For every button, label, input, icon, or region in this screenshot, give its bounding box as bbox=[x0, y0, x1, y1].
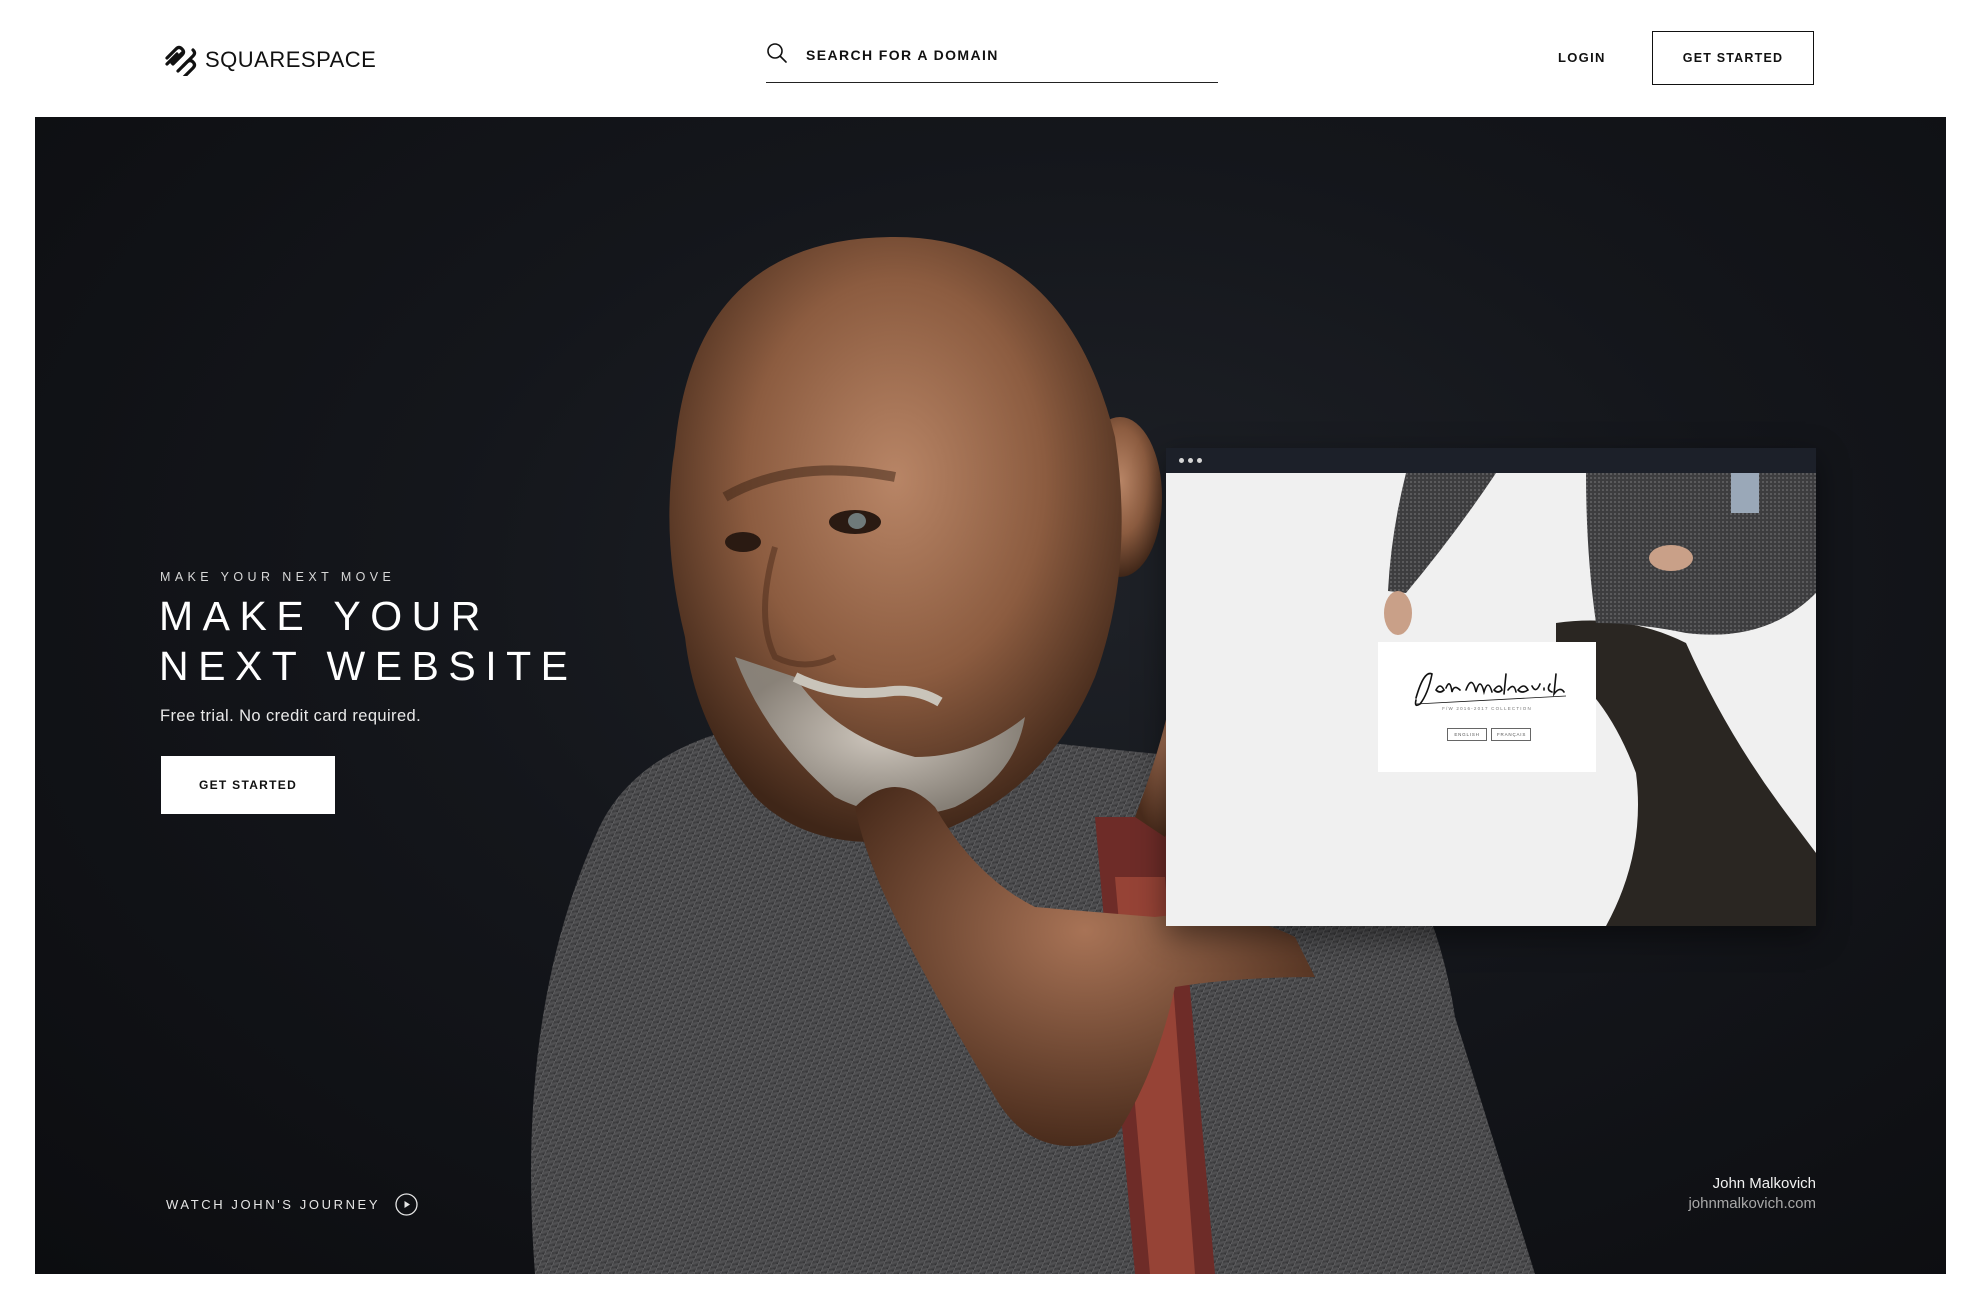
squarespace-logo-icon bbox=[165, 45, 197, 76]
credit-name: John Malkovich bbox=[1712, 1175, 1816, 1192]
play-circle-icon bbox=[395, 1193, 418, 1216]
hero-get-started-button[interactable]: GET STARTED bbox=[161, 756, 335, 814]
domain-search[interactable] bbox=[766, 38, 1218, 83]
website-preview-window: F/W 2016-2017 COLLECTION ENGLISH FRANÇAI… bbox=[1166, 448, 1816, 926]
browser-title-bar bbox=[1166, 448, 1816, 473]
hero-headline-line-1: MAKE YOUR bbox=[159, 593, 490, 639]
watch-journey-link[interactable]: WATCH JOHN'S JOURNEY bbox=[166, 1193, 418, 1216]
language-switcher: ENGLISH FRANÇAIS bbox=[1447, 728, 1531, 741]
language-english-button[interactable]: ENGLISH bbox=[1447, 728, 1487, 741]
signature-logo bbox=[1414, 672, 1567, 707]
collection-label: F/W 2016-2017 COLLECTION bbox=[1442, 706, 1532, 711]
language-french-button[interactable]: FRANÇAIS bbox=[1491, 728, 1531, 741]
credit-url[interactable]: johnmalkovich.com bbox=[1688, 1195, 1816, 1212]
window-dots-icon bbox=[1179, 458, 1202, 463]
brand-logo[interactable]: SQUARESPACE bbox=[163, 44, 376, 76]
hero-section: MAKE YOUR NEXT MOVE MAKE YOUR NEXT WEBSI… bbox=[35, 117, 1946, 1274]
hero-headline: MAKE YOUR NEXT WEBSITE bbox=[159, 591, 578, 691]
site-header: SQUARESPACE LOGIN GET STARTED bbox=[0, 0, 1980, 117]
signature-card: F/W 2016-2017 COLLECTION ENGLISH FRANÇAI… bbox=[1378, 642, 1596, 772]
login-link[interactable]: LOGIN bbox=[1558, 50, 1606, 65]
search-icon bbox=[767, 43, 787, 63]
watch-journey-label: WATCH JOHN'S JOURNEY bbox=[166, 1197, 381, 1212]
hero-headline-line-2: NEXT WEBSITE bbox=[159, 643, 578, 689]
domain-search-input[interactable] bbox=[804, 42, 1208, 68]
brand-name: SQUARESPACE bbox=[205, 47, 377, 72]
preview-page: F/W 2016-2017 COLLECTION ENGLISH FRANÇAI… bbox=[1166, 473, 1816, 926]
header-get-started-button[interactable]: GET STARTED bbox=[1652, 31, 1814, 85]
hero-subtext: Free trial. No credit card required. bbox=[160, 707, 422, 725]
hero-kicker: MAKE YOUR NEXT MOVE bbox=[160, 570, 396, 584]
